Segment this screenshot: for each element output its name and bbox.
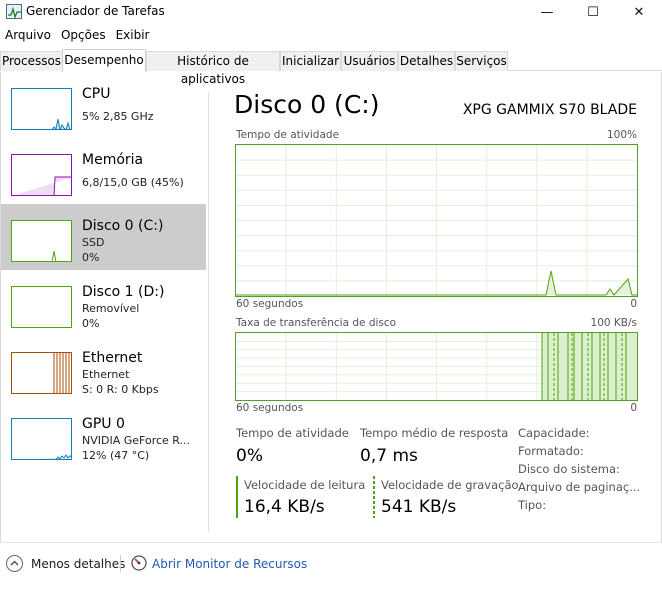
sidebar-item-disk0[interactable]: Disco 0 (C:) SSD 0% [1, 204, 206, 270]
sidebar-subtitle: 0% [82, 317, 100, 330]
memory-thumbnail-graph [11, 154, 72, 196]
sidebar-item-gpu0[interactable]: GPU 0 NVIDIA GeForce R... 12% (47 °C) [1, 402, 206, 468]
graph-transfer-max: 100 KB/s [590, 317, 637, 329]
menu-opcoes[interactable]: Opções [56, 26, 111, 46]
menu-arquivo[interactable]: Arquivo [0, 26, 56, 46]
sidebar-subtitle: 5% 2,85 GHz [82, 110, 154, 123]
tab-usuarios[interactable]: Usuários [341, 51, 398, 71]
maximize-button[interactable]: ☐ [570, 0, 616, 24]
write-speed-value: 541 KB/s [381, 497, 457, 517]
sidebar-divider [208, 92, 209, 532]
read-speed-value: 16,4 KB/s [244, 497, 325, 517]
sidebar-title: GPU 0 [82, 416, 125, 432]
sidebar-title: Memória [82, 152, 144, 168]
graph-active-time-label: Tempo de atividade [236, 129, 340, 141]
read-speed-indicator [236, 476, 238, 518]
tab-detalhes[interactable]: Detalhes [398, 51, 455, 71]
transfer-rate-activity-area [542, 333, 637, 400]
sidebar-title: Disco 1 (D:) [82, 284, 165, 300]
sidebar-subtitle: NVIDIA GeForce R... [82, 434, 191, 447]
sidebar-subtitle: 6,8/15,0 GB (45%) [82, 176, 184, 189]
graph-active-time-min: 0 [630, 298, 637, 310]
sidebar-subtitle: S: 0 R: 0 Kbps [82, 383, 159, 396]
page-title: Disco 0 (C:) [234, 90, 380, 119]
read-speed-label: Velocidade de leitura [244, 478, 366, 492]
menu-bar: Arquivo Opções Exibir [0, 26, 154, 46]
property-system-disk: Disco do sistema: [518, 462, 620, 476]
sidebar-title: CPU [82, 86, 111, 102]
write-speed-indicator [373, 476, 375, 518]
response-time-stat-value: 0,7 ms [360, 446, 418, 466]
open-resource-monitor-link[interactable]: Abrir Monitor de Recursos [152, 557, 307, 571]
sidebar-subtitle: 12% (47 °C) [82, 449, 150, 462]
response-time-stat-label: Tempo médio de resposta [360, 426, 509, 440]
disk0-thumbnail-graph [11, 220, 72, 262]
tab-processos[interactable]: Processos [0, 51, 63, 71]
sidebar-subtitle: 0% [82, 251, 100, 264]
property-type: Tipo: [518, 498, 547, 512]
sidebar-item-ethernet[interactable]: Ethernet Ethernet S: 0 R: 0 Kbps [1, 336, 206, 402]
less-details-button[interactable]: Menos detalhes [31, 557, 125, 571]
property-formatted: Formatado: [518, 444, 584, 458]
footer-separator [0, 542, 662, 543]
tab-desempenho[interactable]: Desempenho [62, 49, 146, 72]
footer-divider [120, 555, 121, 572]
footer: Menos detalhes Abrir Monitor de Recursos [0, 546, 662, 584]
write-speed-label: Velocidade de gravação [381, 478, 519, 492]
ethernet-thumbnail-graph [11, 352, 72, 394]
active-time-graph [235, 144, 638, 297]
graph-transfer-min: 0 [630, 402, 637, 414]
task-manager-icon [6, 4, 22, 19]
graph-active-time-max: 100% [606, 129, 637, 141]
resource-monitor-icon[interactable] [131, 555, 147, 571]
close-button[interactable]: ✕ [616, 0, 662, 24]
sidebar-item-memory[interactable]: Memória 6,8/15,0 GB (45%) [1, 138, 206, 204]
sidebar-subtitle: SSD [82, 236, 105, 249]
graph-active-time-duration: 60 segundos [236, 298, 304, 310]
sidebar-title: Ethernet [82, 350, 143, 366]
tab-inicializar[interactable]: Inicializar [280, 51, 341, 71]
active-time-stat-value: 0% [236, 446, 263, 466]
graph-transfer-duration: 60 segundos [236, 402, 304, 414]
active-time-stat-label: Tempo de atividade [236, 426, 349, 440]
graph-transfer-label: Taxa de transferência de disco [236, 317, 397, 329]
tab-historico[interactable]: Histórico de aplicativos [146, 51, 280, 86]
sidebar-title: Disco 0 (C:) [82, 218, 164, 234]
cpu-thumbnail-graph [11, 88, 72, 130]
property-capacity: Capacidade: [518, 426, 590, 440]
tab-bar: Processos Desempenho Histórico de aplica… [0, 49, 662, 86]
window-title: Gerenciador de Tarefas [26, 4, 165, 18]
sidebar-item-cpu[interactable]: CPU 5% 2,85 GHz [1, 72, 206, 138]
minimize-button[interactable]: — [524, 0, 570, 24]
menu-exibir[interactable]: Exibir [111, 26, 155, 46]
sidebar-subtitle: Removível [82, 302, 140, 315]
gpu-thumbnail-graph [11, 418, 72, 460]
disk1-thumbnail-graph [11, 286, 72, 328]
property-page-file: Arquivo de paginaç... [518, 480, 641, 494]
title-bar: Gerenciador de Tarefas — ☐ ✕ [0, 0, 662, 24]
device-name: XPG GAMMIX S70 BLADE [462, 102, 637, 118]
sidebar-item-disk1[interactable]: Disco 1 (D:) Removível 0% [1, 270, 206, 336]
transfer-rate-graph [235, 332, 638, 401]
performance-panel: CPU 5% 2,85 GHz Memória 6,8/15,0 GB (45%… [0, 72, 662, 542]
chevron-up-icon[interactable] [6, 555, 23, 572]
tab-servicos[interactable]: Serviços [455, 51, 508, 71]
sidebar-subtitle: Ethernet [82, 368, 130, 381]
